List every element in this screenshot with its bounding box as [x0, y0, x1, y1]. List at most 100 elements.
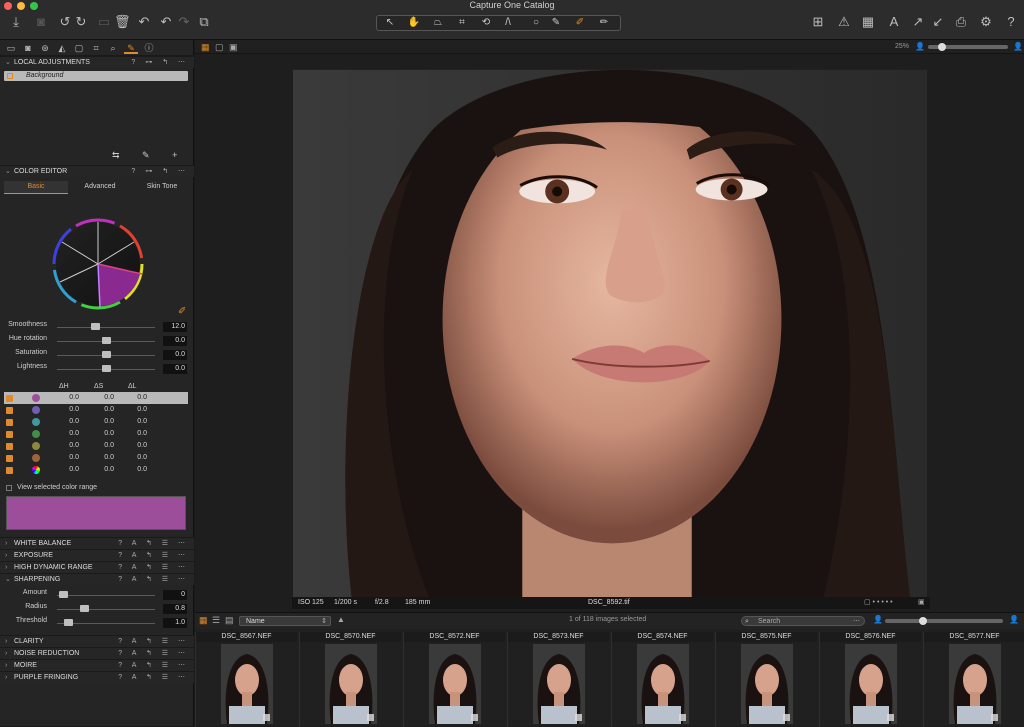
crop-icon[interactable]: ⌗: [451, 16, 473, 30]
pan-icon[interactable]: ✋: [403, 16, 425, 30]
color-range-checkbox[interactable]: [6, 455, 13, 462]
color-range-row[interactable]: 0.0 0.0 0.0: [4, 464, 188, 476]
slider-value-field[interactable]: 0.8: [163, 604, 187, 614]
slider-thumb[interactable]: [102, 351, 111, 358]
thumbnail-cell[interactable]: DSC_8576.NEF: [819, 632, 921, 727]
capture-tab-icon[interactable]: ◙: [21, 42, 35, 54]
slider-value-field[interactable]: 0.0: [163, 336, 187, 346]
multi-view-icon[interactable]: ▦: [201, 42, 210, 53]
rating-dots-icon[interactable]: ▢ • • • • •: [864, 597, 893, 609]
section-actions-icon[interactable]: ? A ↰ ☰ ⋯: [118, 574, 189, 586]
zoom-slider[interactable]: [928, 43, 1008, 51]
redo-icon[interactable]: ↷: [176, 14, 192, 30]
rotate-icon[interactable]: ⟲: [475, 16, 497, 30]
color-editor-header[interactable]: ⌄ COLOR EDITOR ? ⊶ ↰ ⋯: [0, 165, 194, 177]
thumbnail-cell[interactable]: DSC_8574.NEF: [611, 632, 713, 727]
thumbnail-size-slider[interactable]: [885, 617, 1003, 625]
checker-icon[interactable]: ▦: [860, 14, 876, 30]
color-tab-icon[interactable]: ⊛: [38, 42, 52, 54]
local-adjustments-header[interactable]: ⌄ LOCAL ADJUSTMENTS ? ⊶ ↰ ⋯: [0, 56, 194, 68]
tag-icon[interactable]: ▣: [918, 597, 925, 609]
slider-thumb[interactable]: [102, 337, 111, 344]
folder-icon[interactable]: ▭: [96, 14, 112, 30]
rotate-right-icon[interactable]: ↻: [73, 14, 89, 30]
color-range-row[interactable]: 0.0 0.0 0.0: [4, 452, 188, 464]
undo2-icon[interactable]: ↶: [158, 14, 174, 30]
help-icon[interactable]: ?: [1003, 14, 1019, 30]
copy-icon[interactable]: ⧉: [196, 14, 212, 30]
select-icon[interactable]: ↖: [379, 16, 401, 30]
slider-thumb[interactable]: [102, 365, 111, 372]
thumbnail-cell[interactable]: DSC_8575.NEF: [715, 632, 817, 727]
section-actions-icon[interactable]: ? A ↰ ☰ ⋯: [118, 562, 189, 574]
undo-icon[interactable]: ↶: [136, 14, 152, 30]
slider-value-field[interactable]: 12.0: [163, 322, 187, 332]
gear-icon[interactable]: ⚙: [978, 14, 994, 30]
search-options-icon[interactable]: ⋯: [853, 617, 860, 626]
section-header-high-dynamic-range[interactable]: › HIGH DYNAMIC RANGE ? A ↰ ☰ ⋯: [0, 561, 194, 573]
color-range-checkbox[interactable]: [6, 467, 13, 474]
slider-thumb[interactable]: [64, 619, 73, 626]
tab-advanced[interactable]: Advanced: [70, 181, 130, 193]
color-range-row[interactable]: 0.0 0.0 0.0: [4, 440, 188, 452]
tab-basic[interactable]: Basic: [4, 181, 68, 194]
slider-thumb[interactable]: [59, 591, 68, 598]
zoom-slider-thumb[interactable]: [938, 43, 946, 51]
straighten-icon[interactable]: /\: [497, 16, 519, 30]
collapse-icon[interactable]: ↙: [930, 14, 946, 30]
section-actions-icon[interactable]: ? A ↰ ☰ ⋯: [118, 672, 189, 684]
slider-value-field[interactable]: 0.0: [163, 364, 187, 374]
local-adjustments-tab-icon[interactable]: ✎: [124, 42, 138, 54]
section-header-exposure[interactable]: › EXPOSURE ? A ↰ ☰ ⋯: [0, 549, 194, 561]
color-range-row[interactable]: 0.0 0.0 0.0: [4, 392, 188, 404]
library-tab-icon[interactable]: ▭: [4, 42, 18, 54]
sort-dropdown[interactable]: Name ⇕: [239, 616, 331, 626]
section-actions-icon[interactable]: ? ⊶ ↰ ⋯: [131, 166, 189, 178]
details-tab-icon[interactable]: ⌕: [106, 42, 120, 54]
thumbnail-cell[interactable]: DSC_8570.NEF: [299, 632, 401, 727]
text-icon[interactable]: A: [886, 14, 902, 30]
metadata-tab-icon[interactable]: ⓘ: [142, 42, 156, 54]
exposure-tab-icon[interactable]: ◭: [55, 42, 69, 54]
color-range-checkbox[interactable]: [6, 419, 13, 426]
layer-row[interactable]: Background: [4, 71, 188, 81]
color-range-checkbox[interactable]: [6, 395, 13, 402]
color-wheel[interactable]: [50, 216, 146, 312]
lens-tab-icon[interactable]: ▢: [72, 42, 86, 54]
section-header-white-balance[interactable]: › WHITE BALANCE ? A ↰ ☰ ⋯: [0, 537, 194, 549]
spot-icon[interactable]: ○: [525, 16, 547, 30]
picker-icon[interactable]: ✐: [569, 16, 591, 30]
camera-icon[interactable]: ◙: [33, 14, 49, 30]
slider-track[interactable]: [57, 609, 155, 610]
slider-value-field[interactable]: 0: [163, 590, 187, 600]
section-header-clarity[interactable]: › CLARITY ? A ↰ ☰ ⋯: [0, 635, 194, 647]
section-actions-icon[interactable]: ? ⊶ ↰ ⋯: [131, 57, 189, 69]
color-range-row[interactable]: 0.0 0.0 0.0: [4, 428, 188, 440]
color-picker-icon[interactable]: ✐: [178, 306, 186, 317]
slider-thumb[interactable]: [91, 323, 100, 330]
color-range-row[interactable]: 0.0 0.0 0.0: [4, 404, 188, 416]
annotate-icon[interactable]: ✏: [593, 16, 615, 30]
tab-skin-tone[interactable]: Skin Tone: [132, 181, 192, 193]
thumbnail-cell[interactable]: DSC_8572.NEF: [403, 632, 505, 727]
single-view-icon[interactable]: ▢: [215, 42, 224, 53]
view-selected-range[interactable]: View selected color range: [6, 483, 192, 493]
import-icon[interactable]: ⤓: [8, 14, 24, 30]
grid-icon[interactable]: ⊞: [810, 14, 826, 30]
slider-thumb[interactable]: [80, 605, 89, 612]
thumbnail-size-thumb[interactable]: [919, 617, 927, 625]
view-selected-checkbox[interactable]: [6, 485, 12, 491]
thumbnail-cell[interactable]: DSC_8567.NEF: [195, 632, 297, 727]
layer-checkbox[interactable]: [7, 73, 13, 79]
expand-icon[interactable]: ↗: [910, 14, 926, 30]
list-view-icon[interactable]: ☰: [212, 615, 220, 626]
section-header-purple-fringing[interactable]: › PURPLE FRINGING ? A ↰ ☰ ⋯: [0, 671, 194, 683]
grid-view-icon[interactable]: ▦: [199, 615, 208, 626]
section-header-moire[interactable]: › MOIRE ? A ↰ ☰ ⋯: [0, 659, 194, 671]
proof-view-icon[interactable]: ▣: [229, 42, 238, 53]
keystone-icon[interactable]: ⏢: [427, 16, 449, 30]
slider-track[interactable]: [57, 327, 155, 328]
main-image-portrait[interactable]: [293, 58, 927, 618]
sort-direction-icon[interactable]: ▲: [337, 615, 345, 624]
brush-icon[interactable]: ✎: [545, 16, 567, 30]
